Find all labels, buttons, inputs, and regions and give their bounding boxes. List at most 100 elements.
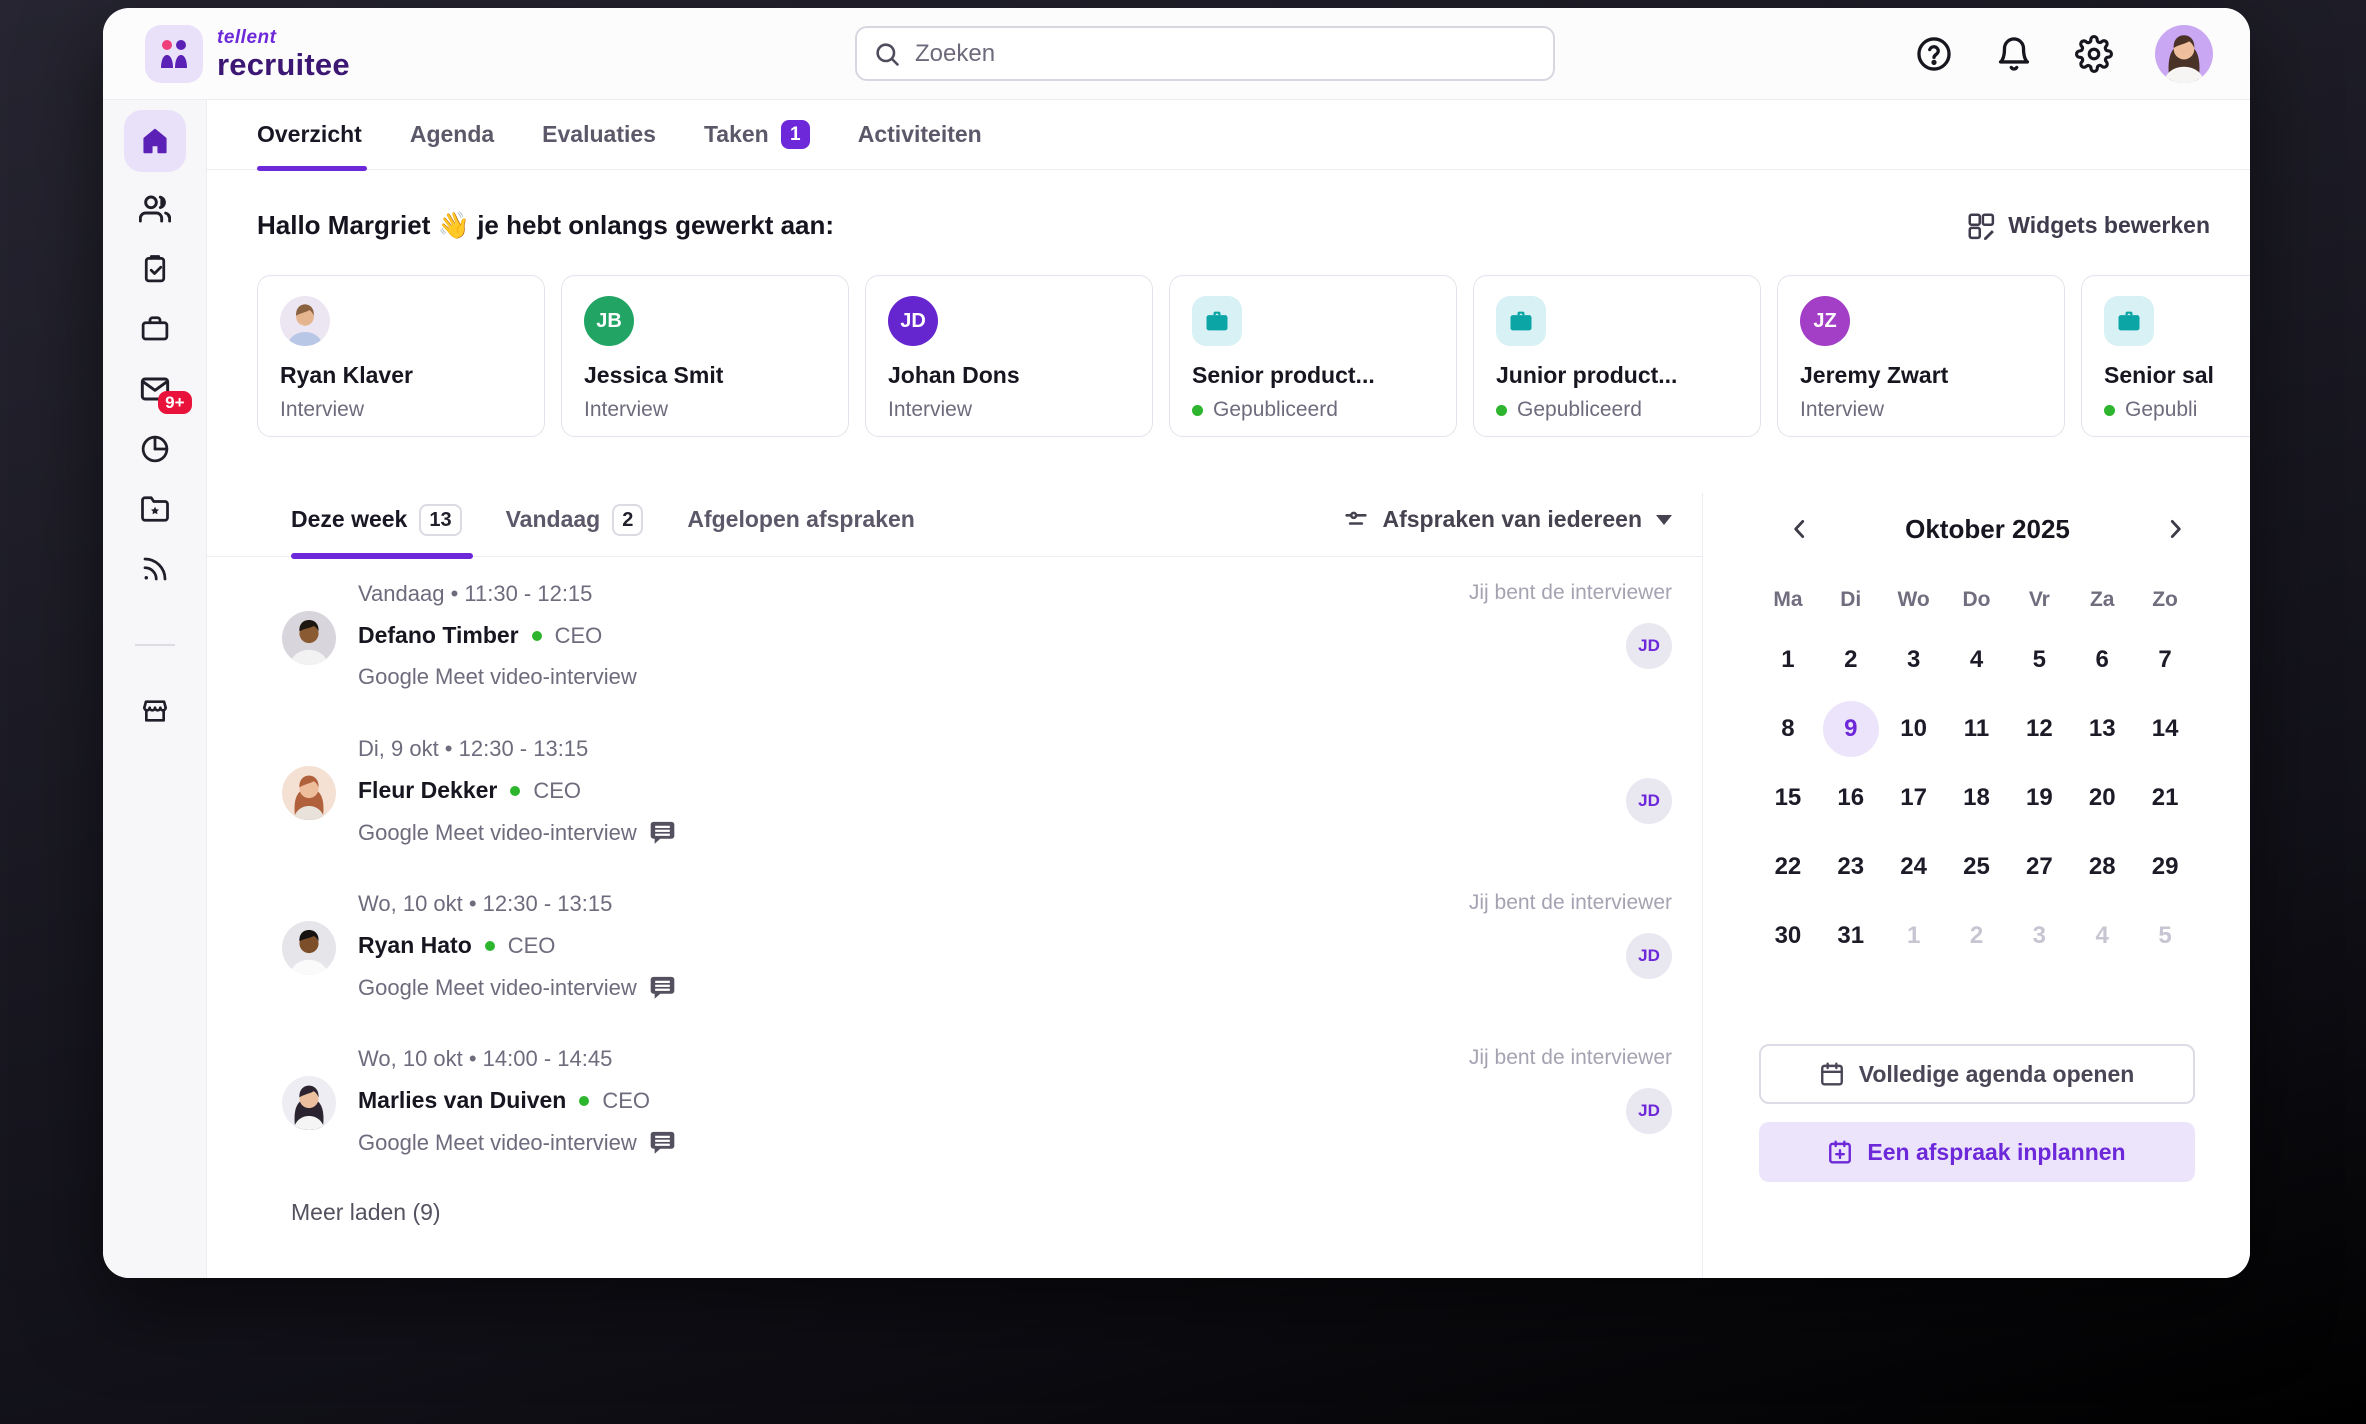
calendar-day[interactable]: 14 [2134, 694, 2197, 763]
calendar-day[interactable]: 28 [2071, 832, 2134, 901]
calendar-day[interactable]: 6 [2071, 625, 2134, 694]
calendar-day-selected[interactable]: 9 [1819, 694, 1882, 763]
published-status-dot [1496, 404, 1507, 416]
calendar-day[interactable]: 25 [1945, 832, 2008, 901]
help-icon[interactable] [1915, 35, 1953, 73]
calendar-day[interactable]: 4 [1945, 625, 2008, 694]
calendar-day[interactable]: 12 [2008, 694, 2071, 763]
calendar-day[interactable]: 21 [2134, 763, 2197, 832]
candidate-role: CEO [554, 622, 603, 648]
recent-card-candidate[interactable]: JD Johan Dons Interview [865, 275, 1153, 437]
calendar-day[interactable]: 31 [1819, 901, 1882, 970]
tab-agenda[interactable]: Agenda [410, 121, 494, 148]
calendar-day[interactable]: 23 [1819, 832, 1882, 901]
notifications-bell-icon[interactable] [1995, 35, 2033, 73]
meeting-type: Google Meet video-interview [358, 664, 637, 689]
tab-afgelopen-afspraken[interactable]: Afgelopen afspraken [687, 506, 915, 533]
tab-evaluaties[interactable]: Evaluaties [542, 121, 656, 148]
appointments-filter-dropdown[interactable]: Afspraken van iedereen [1342, 506, 1672, 534]
calendar-day[interactable]: 20 [2071, 763, 2134, 832]
calendar-day[interactable]: 22 [1757, 832, 1820, 901]
appointment-datetime: Di, 9 okt • 12:30 - 13:15 [358, 736, 589, 761]
global-search[interactable] [855, 26, 1555, 81]
edit-widgets-button[interactable]: Widgets bewerken [1966, 211, 2210, 241]
calendar-day[interactable]: 3 [2008, 901, 2071, 970]
user-avatar[interactable] [2155, 24, 2213, 83]
calendar-day[interactable]: 4 [2071, 901, 2134, 970]
published-status-dot [1192, 404, 1203, 416]
calendar-day[interactable]: 5 [2008, 625, 2071, 694]
initials-avatar: JZ [1800, 296, 1850, 346]
calendar-day[interactable]: 15 [1757, 763, 1820, 832]
candidate-name[interactable]: Defano Timber [358, 622, 519, 649]
sidebar-item-reports[interactable] [138, 432, 172, 466]
sidebar-item-marketplace[interactable] [138, 694, 172, 728]
sidebar-item-candidates[interactable] [138, 192, 172, 226]
calendar-day[interactable]: 27 [2008, 832, 2071, 901]
calendar-day[interactable]: 29 [2134, 832, 2197, 901]
calendar-day[interactable]: 11 [1945, 694, 2008, 763]
calendar-day[interactable]: 18 [1945, 763, 2008, 832]
calendar-day[interactable]: 10 [1882, 694, 1945, 763]
calendar-day[interactable]: 2 [1819, 625, 1882, 694]
calendar-next-month-button[interactable] [2158, 512, 2192, 546]
recent-card-candidate[interactable]: JB Jessica Smit Interview [561, 275, 849, 437]
calendar-day[interactable]: 2 [1945, 901, 2008, 970]
recent-card-candidate[interactable]: JZ Jeremy Zwart Interview [1777, 275, 2065, 437]
calendar-day[interactable]: 30 [1757, 901, 1820, 970]
tab-taken[interactable]: Taken 1 [704, 120, 810, 149]
chat-notes-icon[interactable] [649, 819, 676, 846]
search-input[interactable] [913, 38, 1537, 69]
chat-notes-icon[interactable] [649, 974, 676, 1001]
filter-label: Afspraken van iedereen [1382, 506, 1642, 532]
tab-activiteiten[interactable]: Activiteiten [858, 121, 982, 148]
calendar-day[interactable]: 16 [1819, 763, 1882, 832]
calendar-day[interactable]: 1 [1882, 901, 1945, 970]
recent-card-candidate[interactable]: Ryan Klaver Interview [257, 275, 545, 437]
tab-deze-week[interactable]: Deze week 13 [291, 503, 462, 536]
calendar-day[interactable]: 7 [2134, 625, 2197, 694]
page-tabs: Overzicht Agenda Evaluaties Taken 1 Acti… [207, 100, 2250, 171]
calendar-day[interactable]: 24 [1882, 832, 1945, 901]
schedule-appointment-button[interactable]: Een afspraak inplannen [1758, 1122, 2195, 1182]
candidate-name[interactable]: Fleur Dekker [358, 777, 497, 804]
calendar-weekday-label: Do [1962, 588, 1991, 611]
candidates-icon [138, 195, 171, 223]
tab-vandaag[interactable]: Vandaag 2 [506, 503, 644, 536]
appointment-row[interactable]: Vandaag • 11:30 - 12:15 Jij bent de inte… [207, 579, 1702, 712]
calendar-day[interactable]: 13 [2071, 694, 2134, 763]
sidebar-item-sourcing[interactable] [138, 552, 172, 586]
candidate-name[interactable]: Marlies van Duiven [358, 1087, 566, 1114]
sidebar-item-home[interactable] [123, 110, 186, 172]
calendar-day[interactable]: 1 [1757, 625, 1820, 694]
load-more-button[interactable]: Meer laden (9) [291, 1199, 1702, 1226]
recent-card-job[interactable]: Junior product... Gepubliceerd [1473, 275, 1761, 437]
calendar-day[interactable]: 5 [2134, 901, 2197, 970]
recent-card-job[interactable]: Senior product... Gepubliceerd [1169, 275, 1457, 437]
calendar-day[interactable]: 19 [2008, 763, 2071, 832]
appointment-row[interactable]: Wo, 10 okt • 14:00 - 14:45 Jij bent de i… [207, 1044, 1702, 1177]
calendar-weekday-label: Di [1840, 588, 1862, 611]
settings-gear-icon[interactable] [2075, 34, 2113, 73]
chat-notes-icon[interactable] [649, 1129, 676, 1156]
sidebar-item-inbox[interactable]: 9+ [138, 372, 192, 414]
brand-logo[interactable]: tellent recruitee [145, 24, 350, 83]
calendar-weekday-label: Za [2089, 588, 2115, 611]
tab-overzicht[interactable]: Overzicht [257, 121, 362, 148]
pie-chart-icon [141, 435, 168, 463]
appointment-row[interactable]: Wo, 10 okt • 12:30 - 13:15 Jij bent de i… [207, 889, 1702, 1022]
appointment-row[interactable]: Di, 9 okt • 12:30 - 13:15 Fleur Dekker C… [207, 734, 1702, 867]
calendar-day[interactable]: 3 [1882, 625, 1945, 694]
active-tab-underline [291, 553, 473, 559]
sidebar: 9+ [103, 100, 207, 1278]
chevron-left-icon [1794, 520, 1805, 538]
candidate-name[interactable]: Ryan Hato [358, 932, 472, 959]
sidebar-item-jobs[interactable] [138, 312, 172, 346]
calendar-day[interactable]: 17 [1882, 763, 1945, 832]
open-full-agenda-button[interactable]: Volledige agenda openen [1758, 1044, 2195, 1104]
recent-card-job[interactable]: Senior sal Gepubli [2081, 275, 2250, 437]
sidebar-item-evaluations[interactable] [138, 252, 172, 286]
calendar-prev-month-button[interactable] [1783, 512, 1817, 546]
sidebar-item-talent-pool[interactable] [138, 492, 172, 526]
calendar-day[interactable]: 8 [1757, 694, 1820, 763]
